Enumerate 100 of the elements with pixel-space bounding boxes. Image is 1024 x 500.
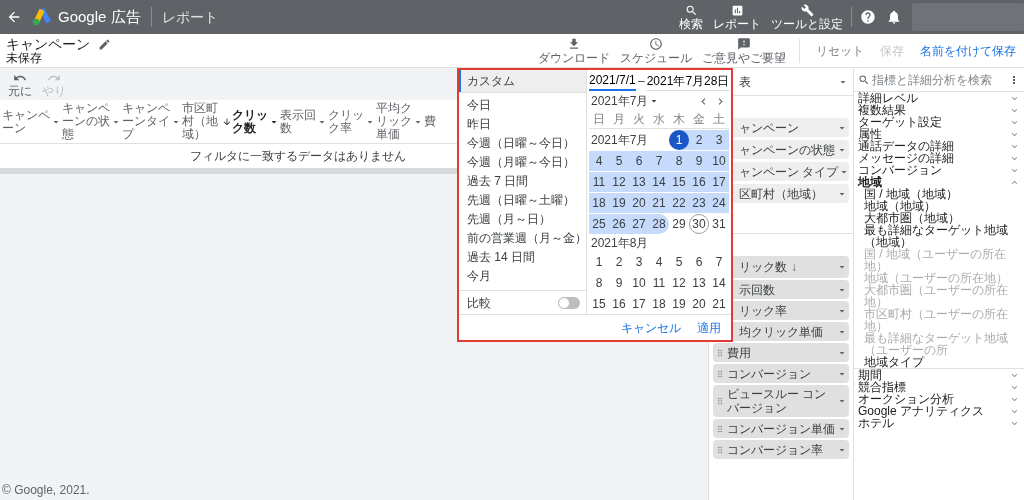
category-row[interactable]: 複数結果 bbox=[854, 104, 1024, 116]
category-row[interactable]: 通話データの詳細 bbox=[854, 140, 1024, 152]
calendar-day[interactable]: 2 bbox=[609, 252, 629, 272]
calendar-day[interactable]: 8 bbox=[589, 273, 609, 293]
calendar-day[interactable]: 11 bbox=[589, 172, 609, 192]
compare-toggle[interactable] bbox=[558, 296, 580, 309]
calendar-day[interactable]: 9 bbox=[689, 151, 709, 171]
category-row[interactable]: メッセージの詳細 bbox=[854, 152, 1024, 164]
column-header[interactable]: キャンペーン bbox=[2, 108, 62, 135]
toolbar-button[interactable]: スケジュール bbox=[615, 36, 697, 65]
category-row[interactable]: 期間 bbox=[854, 369, 1024, 381]
dimension-option[interactable]: 地域タイプ bbox=[854, 356, 1024, 368]
calendar-day[interactable]: 20 bbox=[629, 193, 649, 213]
category-row[interactable]: ターゲット設定 bbox=[854, 116, 1024, 128]
calendar-day[interactable]: 19 bbox=[669, 294, 689, 314]
calendar-day[interactable]: 22 bbox=[669, 193, 689, 213]
back-icon[interactable] bbox=[6, 9, 22, 25]
metric-chip[interactable]: コンバージョン率 bbox=[713, 440, 849, 459]
column-header[interactable]: 費 bbox=[424, 115, 436, 128]
calendar-day[interactable]: 23 bbox=[689, 193, 709, 213]
preset-option[interactable]: 昨日 bbox=[459, 114, 586, 133]
category-row[interactable]: 競合指標 bbox=[854, 381, 1024, 393]
category-row[interactable]: 地域 bbox=[854, 176, 1024, 188]
preset-option[interactable]: 今日 bbox=[459, 95, 586, 114]
calendar-day[interactable]: 13 bbox=[689, 273, 709, 293]
drag-handle-icon[interactable] bbox=[715, 423, 725, 434]
calendar-day[interactable]: 16 bbox=[689, 172, 709, 192]
dialog-button[interactable]: キャンセル bbox=[617, 316, 685, 339]
calendar-day[interactable]: 14 bbox=[649, 172, 669, 192]
preset-option[interactable]: カスタム bbox=[459, 70, 586, 92]
metric-chip[interactable]: ビュースルー コンバージョン bbox=[713, 385, 849, 417]
calendar-day[interactable]: 8 bbox=[669, 151, 689, 171]
calendar-day[interactable]: 1 bbox=[589, 252, 609, 272]
toolbar-button[interactable]: ダウンロード bbox=[533, 36, 615, 65]
calendar-day[interactable]: 6 bbox=[629, 151, 649, 171]
calendar-day[interactable]: 4 bbox=[589, 151, 609, 171]
category-row[interactable]: Google アナリティクス bbox=[854, 405, 1024, 417]
category-row[interactable]: 属性 bbox=[854, 128, 1024, 140]
calendar-day[interactable]: 31 bbox=[709, 214, 729, 234]
column-header[interactable]: キャンペーンタイプ bbox=[122, 102, 182, 141]
calendar-day[interactable]: 20 bbox=[689, 294, 709, 314]
preset-option[interactable]: 今週（月曜～今日） bbox=[459, 152, 586, 171]
dimension-option[interactable]: 最も詳細なターゲット地域（地域） bbox=[854, 224, 1024, 248]
preset-option[interactable]: 先週（日曜～土曜） bbox=[459, 190, 586, 209]
calendar-day[interactable]: 29 bbox=[669, 214, 689, 234]
calendar-day[interactable]: 17 bbox=[629, 294, 649, 314]
calendar-day[interactable]: 3 bbox=[629, 252, 649, 272]
calendar-day[interactable]: 12 bbox=[609, 172, 629, 192]
calendar-day[interactable]: 15 bbox=[589, 294, 609, 314]
calendar-day[interactable]: 21 bbox=[649, 193, 669, 213]
calendar-day[interactable]: 15 bbox=[669, 172, 689, 192]
calendar-day[interactable]: 7 bbox=[649, 151, 669, 171]
drag-handle-icon[interactable] bbox=[715, 444, 725, 455]
calendar-day[interactable]: 26 bbox=[609, 214, 629, 234]
calendar-day[interactable]: 5 bbox=[669, 252, 689, 272]
calendar-day[interactable]: 19 bbox=[609, 193, 629, 213]
drag-handle-icon[interactable] bbox=[715, 396, 725, 406]
column-header[interactable]: キャンペーンの状態 bbox=[62, 102, 122, 141]
undo-button[interactable]: 元に bbox=[8, 70, 32, 98]
calendar-day[interactable]: 5 bbox=[609, 151, 629, 171]
category-row[interactable]: 詳細レベル bbox=[854, 92, 1024, 104]
calendar-day[interactable]: 16 bbox=[609, 294, 629, 314]
calendar-day[interactable]: 11 bbox=[649, 273, 669, 293]
dimension-option[interactable]: 国 / 地域（地域） bbox=[854, 188, 1024, 200]
month-selector[interactable]: 2021年7月 bbox=[591, 92, 661, 110]
calendar-day[interactable]: 6 bbox=[689, 252, 709, 272]
header-button[interactable]: 名前を付けて保存 bbox=[912, 38, 1024, 63]
start-date-field[interactable]: 2021/7/1 bbox=[589, 71, 636, 91]
preset-option[interactable]: 今週（日曜～今日） bbox=[459, 133, 586, 152]
bell-icon[interactable] bbox=[886, 9, 902, 25]
calendar-day[interactable]: 25 bbox=[589, 214, 609, 234]
top-nav-button[interactable]: ツールと設定 bbox=[771, 3, 843, 31]
search-field[interactable]: 指標と詳細分析を検索 bbox=[858, 70, 1008, 89]
column-header[interactable]: クリック数 bbox=[222, 108, 280, 135]
calendar-day[interactable]: 9 bbox=[609, 273, 629, 293]
metric-chip[interactable]: コンバージョン単価 bbox=[713, 419, 849, 438]
preset-option[interactable]: 今月 bbox=[459, 266, 586, 285]
calendar-day[interactable]: 4 bbox=[649, 252, 669, 272]
calendar-day[interactable]: 1 bbox=[669, 130, 689, 150]
calendar-day[interactable]: 2 bbox=[689, 130, 709, 150]
column-header[interactable]: 市区町村（地域） bbox=[182, 102, 222, 141]
preset-option[interactable]: 過去 14 日間 bbox=[459, 247, 586, 266]
top-nav-button[interactable]: レポート bbox=[713, 3, 761, 31]
column-header[interactable]: 平均クリック単価 bbox=[376, 102, 424, 141]
calendar-day[interactable]: 18 bbox=[589, 193, 609, 213]
category-row[interactable]: オークション分析 bbox=[854, 393, 1024, 405]
category-row[interactable]: ホテル bbox=[854, 417, 1024, 429]
end-date-field[interactable]: 2021年7月28日 bbox=[646, 71, 730, 91]
calendar-day[interactable]: 17 bbox=[709, 172, 729, 192]
calendar-day[interactable]: 18 bbox=[649, 294, 669, 314]
category-row[interactable]: コンバージョン bbox=[854, 164, 1024, 176]
calendar-day[interactable]: 13 bbox=[629, 172, 649, 192]
preset-option[interactable]: 過去 7 日間 bbox=[459, 171, 586, 190]
pencil-icon[interactable] bbox=[98, 37, 111, 51]
calendar-day[interactable]: 24 bbox=[709, 193, 729, 213]
metric-chip[interactable]: コンバージョン bbox=[713, 364, 849, 383]
help-icon[interactable] bbox=[860, 9, 876, 25]
top-nav-button[interactable]: 検索 bbox=[679, 3, 703, 31]
toolbar-button[interactable]: ご意見やご要望 bbox=[697, 36, 791, 65]
calendar-day[interactable]: 12 bbox=[669, 273, 689, 293]
